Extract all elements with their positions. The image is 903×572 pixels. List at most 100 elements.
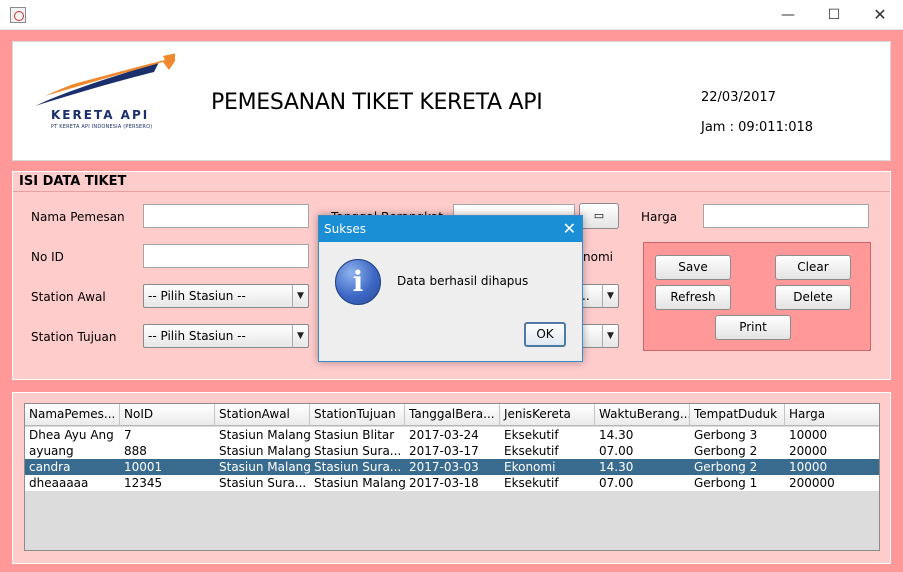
table-cell: Eksekutif [504,444,559,458]
table-cell: 2017-03-03 [409,460,479,474]
table-cell: Stasiun Sura... [314,460,402,474]
column-header[interactable]: JenisKereta [500,404,595,426]
table-cell: Stasiun Sura... [314,444,402,458]
table-cell: Dhea Ayu Ang [29,428,114,442]
table-cell: Stasiun Malang [219,444,310,458]
calendar-icon: ▭ [593,209,605,222]
column-header[interactable]: Harga [785,404,879,426]
table-cell: Eksekutif [504,476,559,490]
table-row[interactable]: ayuang 888 Stasiun Malang Stasiun Sura..… [25,443,879,459]
save-button[interactable]: Save [655,255,731,280]
table-cell: 20000 [789,444,828,458]
dialog-close-icon[interactable]: ✕ [563,219,576,238]
ticket-table-panel: NamaPemes... NoID StationAwal StationTuj… [12,392,891,564]
table-header: NamaPemes... NoID StationAwal StationTuj… [25,404,879,426]
table-row[interactable]: dheaaaaa 12345 Stasiun Sura... Stasiun M… [25,475,879,491]
table-cell: Stasiun Malang [219,428,310,442]
calendar-button[interactable]: ▭ [579,203,619,229]
dialog-body: i Data berhasil dihapus OK [319,242,582,361]
page-title: PEMESANAN TIKET KERETA API [211,90,543,115]
table-cell: Stasiun Sura... [219,476,307,490]
dialog-message: Data berhasil dihapus [397,274,529,288]
table-cell: 10000 [789,428,828,442]
no-id-label: No ID [31,250,64,264]
table-cell: 10000 [789,460,828,474]
column-header[interactable]: WaktuBerang... [595,404,690,426]
java-app-icon [10,7,26,23]
current-time: Jam : 09:011:018 [701,120,814,135]
station-awal-select[interactable]: -- Pilih Stasiun -- ▼ [143,284,309,308]
delete-button[interactable]: Delete [775,285,851,310]
table-cell: 07.00 [599,476,634,490]
station-awal-label: Station Awal [31,290,106,304]
column-header[interactable]: TempatDuduk [690,404,785,426]
table-cell: 2017-03-24 [409,428,479,442]
logo-text: KERETA API [51,108,150,122]
current-date: 22/03/2017 [701,90,776,105]
tempat-duduk-select[interactable]: ▼ [577,324,619,348]
table-cell: 14.30 [599,460,634,474]
table-cell: 200000 [789,476,835,490]
chevron-down-icon: ▼ [292,325,308,347]
clear-button[interactable]: Clear [775,255,851,280]
action-buttons-panel: Save Clear Refresh Delete Print [643,242,871,351]
station-tujuan-select[interactable]: -- Pilih Stasiun -- ▼ [143,324,309,348]
info-icon: i [335,259,381,305]
station-tujuan-value: -- Pilih Stasiun -- [148,329,246,343]
nama-pemesan-label: Nama Pemesan [31,210,125,224]
table-cell: 12345 [124,476,163,490]
table-cell: 14.30 [599,428,634,442]
dialog-title: Sukses [324,222,367,236]
table-cell: 07.00 [599,444,634,458]
station-tujuan-label: Station Tujuan [31,330,117,344]
harga-input[interactable] [703,204,869,228]
chevron-down-icon: ▼ [292,285,308,307]
ok-button[interactable]: OK [524,322,566,347]
minimize-button[interactable]: — [765,0,811,30]
ticket-table[interactable]: NamaPemes... NoID StationAwal StationTuj… [24,403,880,551]
table-cell: Stasiun Blitar [314,428,395,442]
table-cell: 2017-03-18 [409,476,479,490]
jenis-kereta-select[interactable]: .. ▼ [577,284,619,308]
logo-subtext: PT KERETA API INDONESIA (PERSERO) [51,124,153,130]
success-dialog: Sukses ✕ i Data berhasil dihapus OK [318,215,583,362]
dialog-titlebar: Sukses ✕ [319,216,582,242]
window-titlebar: — ☐ ✕ [0,0,903,30]
column-header[interactable]: NoID [120,404,215,426]
table-cell: Gerbong 3 [694,428,758,442]
jenis-kereta-partial-text: nomi [583,250,613,264]
table-cell: candra [29,460,71,474]
table-cell: Gerbong 2 [694,444,758,458]
column-header[interactable]: StationAwal [215,404,310,426]
print-button[interactable]: Print [715,315,791,340]
table-cell: Eksekutif [504,428,559,442]
close-window-button[interactable]: ✕ [857,0,903,30]
table-cell: 10001 [124,460,163,474]
harga-label: Harga [641,210,678,224]
refresh-button[interactable]: Refresh [655,285,731,310]
table-cell: dheaaaaa [29,476,89,490]
table-cell: 2017-03-17 [409,444,479,458]
table-row-selected[interactable]: candra 10001 Stasiun Malang Stasiun Sura… [25,459,879,475]
table-cell: 7 [124,428,132,442]
chevron-down-icon: ▼ [602,285,618,307]
column-header[interactable]: StationTujuan [310,404,405,426]
table-cell: Gerbong 1 [694,476,758,490]
nama-pemesan-input[interactable] [143,204,309,228]
maximize-button[interactable]: ☐ [811,0,857,30]
column-header[interactable]: TanggalBera... [405,404,500,426]
table-cell: Stasiun Malang [314,476,405,490]
jenis-kereta-select-value: .. [582,289,590,303]
table-row[interactable]: Dhea Ayu Ang 7 Stasiun Malang Stasiun Bl… [25,427,879,443]
station-awal-value: -- Pilih Stasiun -- [148,289,246,303]
table-cell: ayuang [29,444,74,458]
column-header[interactable]: NamaPemes... [25,404,120,426]
form-legend: ISI DATA TIKET [18,174,128,189]
table-cell: Ekonomi [504,460,556,474]
no-id-input[interactable] [143,244,309,268]
chevron-down-icon: ▼ [602,325,618,347]
table-cell: Gerbong 2 [694,460,758,474]
table-cell: 888 [124,444,147,458]
table-cell: Stasiun Malang [219,460,310,474]
header-panel: KERETA API PT KERETA API INDONESIA (PERS… [12,41,891,161]
